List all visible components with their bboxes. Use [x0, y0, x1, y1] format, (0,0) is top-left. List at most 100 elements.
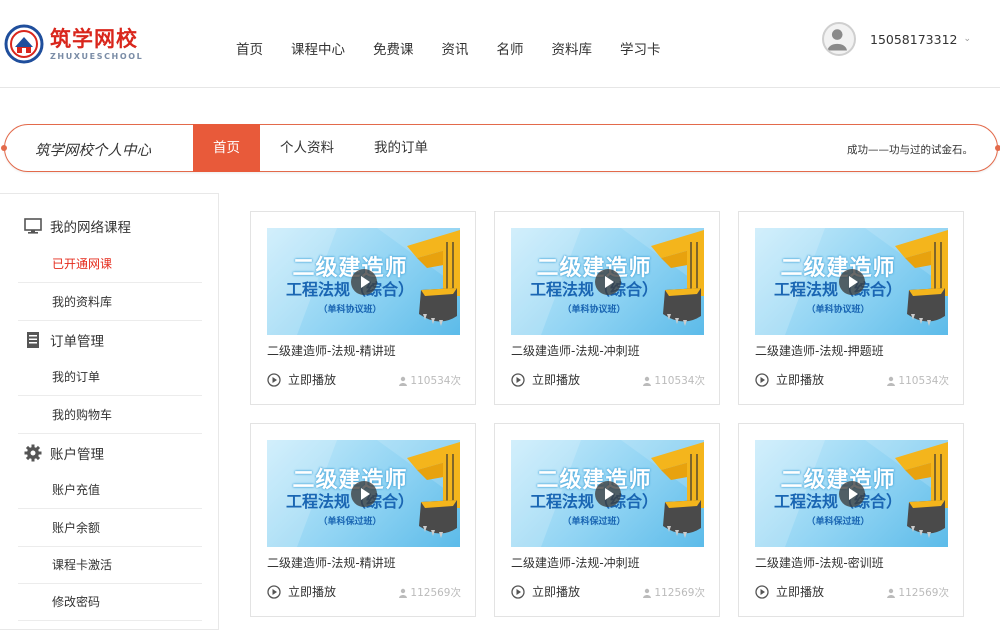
sidebar-group-label: 账户管理	[50, 447, 104, 463]
avatar[interactable]	[822, 22, 856, 56]
view-count: 112569次	[398, 585, 461, 600]
course-thumbnail[interactable]: 二级建造师 工程法规（综合） （单科协议班）	[267, 228, 460, 335]
course-title[interactable]: 二级建造师-法规-冲刺班	[511, 554, 640, 571]
nav-library[interactable]: 资料库	[552, 40, 593, 60]
play-overlay-icon[interactable]	[595, 481, 621, 507]
sidebar-group-label: 我的网络课程	[50, 220, 131, 236]
nav-free-courses[interactable]: 免费课	[373, 40, 414, 60]
course-card[interactable]: 二级建造师 工程法规（综合） （单科保过班） 二级建造师-法规-密训班 立即播放…	[738, 423, 964, 617]
personal-center-tabs: 首页 个人资料 我的订单	[193, 123, 448, 172]
play-circle-icon	[755, 372, 769, 387]
play-overlay-icon[interactable]	[839, 481, 865, 507]
chevron-down-icon[interactable]: ⌄	[963, 34, 971, 44]
thumbnail-tag: （单科协议班）	[318, 305, 382, 315]
sidebar-item-my-library[interactable]: 我的资料库	[18, 283, 202, 321]
thumbnail-tag: （单科保过班）	[806, 517, 870, 527]
play-now-label: 立即播放	[776, 373, 825, 387]
thumbnail-subject: 工程法规（综合）	[285, 492, 414, 511]
sidebar-item-my-cart[interactable]: 我的购物车	[18, 396, 202, 434]
tab-profile[interactable]: 个人资料	[260, 124, 354, 172]
monitor-icon	[24, 218, 42, 234]
user-icon	[399, 588, 408, 598]
course-thumbnail[interactable]: 二级建造师 工程法规（综合） （单科保过班）	[511, 440, 704, 547]
sidebar-item-my-orders[interactable]: 我的订单	[18, 358, 202, 396]
play-now-link[interactable]: 立即播放	[267, 371, 336, 388]
course-thumbnail[interactable]: 二级建造师 工程法规（综合） （单科协议班）	[511, 228, 704, 335]
course-title[interactable]: 二级建造师-法规-押题班	[755, 342, 884, 359]
course-card[interactable]: 二级建造师 工程法规（综合） （单科保过班） 二级建造师-法规-冲刺班 立即播放…	[494, 423, 720, 617]
user-icon	[887, 376, 896, 386]
user-menu[interactable]: 15058173312 ⌄	[822, 22, 971, 56]
play-now-link[interactable]: 立即播放	[755, 371, 824, 388]
play-circle-icon	[755, 584, 769, 599]
course-thumbnail[interactable]: 二级建造师 工程法规（综合） （单科协议班）	[755, 228, 948, 335]
play-now-link[interactable]: 立即播放	[511, 371, 580, 388]
play-circle-icon	[511, 584, 525, 599]
bar-right-dot	[995, 145, 1000, 151]
view-count-value: 110534次	[410, 375, 461, 387]
thumbnail-subject: 工程法规（综合）	[773, 492, 902, 511]
nav-teachers[interactable]: 名师	[497, 40, 524, 60]
user-phone[interactable]: 15058173312	[870, 32, 957, 47]
course-title[interactable]: 二级建造师-法规-精讲班	[267, 342, 396, 359]
sidebar-item-change-password[interactable]: 修改密码	[18, 583, 202, 621]
view-count: 110534次	[398, 373, 461, 388]
nav-home[interactable]: 首页	[236, 40, 263, 60]
user-icon	[887, 588, 896, 598]
play-circle-icon	[267, 372, 281, 387]
play-circle-icon	[511, 372, 525, 387]
user-icon	[643, 588, 652, 598]
play-overlay-icon[interactable]	[351, 481, 377, 507]
top-header: 筑学网校 ZHUXUESCHOOL 首页 课程中心 免费课 资讯 名师 资料库 …	[0, 0, 1000, 88]
thumbnail-subject: 工程法规（综合）	[529, 280, 658, 299]
play-now-link[interactable]: 立即播放	[511, 583, 580, 600]
bar-left-dot	[1, 145, 7, 151]
view-count-value: 110534次	[898, 375, 949, 387]
sidebar-group-orders: 订单管理	[24, 330, 104, 350]
logo-subtitle: ZHUXUESCHOOL	[50, 51, 144, 61]
thumbnail-subject: 工程法规（综合）	[773, 280, 902, 299]
user-icon	[399, 376, 408, 386]
sidebar-item-opened-courses[interactable]: 已开通网课	[18, 245, 202, 283]
sidebar-item-balance[interactable]: 账户余额	[18, 509, 202, 547]
course-title[interactable]: 二级建造师-法规-冲刺班	[511, 342, 640, 359]
course-thumbnail[interactable]: 二级建造师 工程法规（综合） （单科保过班）	[755, 440, 948, 547]
course-card[interactable]: 二级建造师 工程法规（综合） （单科协议班） 二级建造师-法规-押题班 立即播放…	[738, 211, 964, 405]
gear-icon	[24, 444, 42, 462]
nav-course-center[interactable]: 课程中心	[291, 40, 345, 60]
course-title[interactable]: 二级建造师-法规-密训班	[755, 554, 884, 571]
play-now-link[interactable]: 立即播放	[755, 583, 824, 600]
main-nav: 首页 课程中心 免费课 资讯 名师 资料库 学习卡	[222, 40, 675, 60]
nav-study-card[interactable]: 学习卡	[620, 40, 661, 60]
logo-name: 筑学网校	[50, 25, 138, 51]
logo-emblem-icon	[4, 24, 44, 64]
play-overlay-icon[interactable]	[839, 269, 865, 295]
course-thumbnail[interactable]: 二级建造师 工程法规（综合） （单科保过班）	[267, 440, 460, 547]
sidebar-item-activate-card[interactable]: 课程卡激活	[18, 546, 202, 584]
course-card[interactable]: 二级建造师 工程法规（综合） （单科保过班） 二级建造师-法规-精讲班 立即播放…	[250, 423, 476, 617]
sidebar-item-recharge[interactable]: 账户充值	[18, 471, 202, 509]
nav-news[interactable]: 资讯	[442, 40, 469, 60]
sidebar-group-label: 订单管理	[50, 334, 104, 350]
play-overlay-icon[interactable]	[595, 269, 621, 295]
user-icon	[643, 376, 652, 386]
thumbnail-tag: （单科协议班）	[806, 305, 870, 315]
tab-my-orders[interactable]: 我的订单	[354, 124, 448, 172]
course-title[interactable]: 二级建造师-法规-精讲班	[267, 554, 396, 571]
thumbnail-tag: （单科协议班）	[562, 305, 626, 315]
play-now-label: 立即播放	[776, 585, 825, 599]
view-count-value: 112569次	[654, 587, 705, 599]
play-overlay-icon[interactable]	[351, 269, 377, 295]
play-now-link[interactable]: 立即播放	[267, 583, 336, 600]
play-circle-icon	[267, 584, 281, 599]
personal-center-title: 筑学网校个人中心	[35, 143, 151, 159]
view-count-value: 112569次	[898, 587, 949, 599]
sidebar-group-courses: 我的网络课程	[24, 216, 131, 236]
thumbnail-subject: 工程法规（综合）	[529, 492, 658, 511]
play-now-label: 立即播放	[288, 585, 337, 599]
site-logo[interactable]: 筑学网校 ZHUXUESCHOOL	[4, 22, 164, 66]
view-count-value: 110534次	[654, 375, 705, 387]
course-card[interactable]: 二级建造师 工程法规（综合） （单科协议班） 二级建造师-法规-精讲班 立即播放…	[250, 211, 476, 405]
tab-home[interactable]: 首页	[193, 123, 260, 172]
course-card[interactable]: 二级建造师 工程法规（综合） （单科协议班） 二级建造师-法规-冲刺班 立即播放…	[494, 211, 720, 405]
